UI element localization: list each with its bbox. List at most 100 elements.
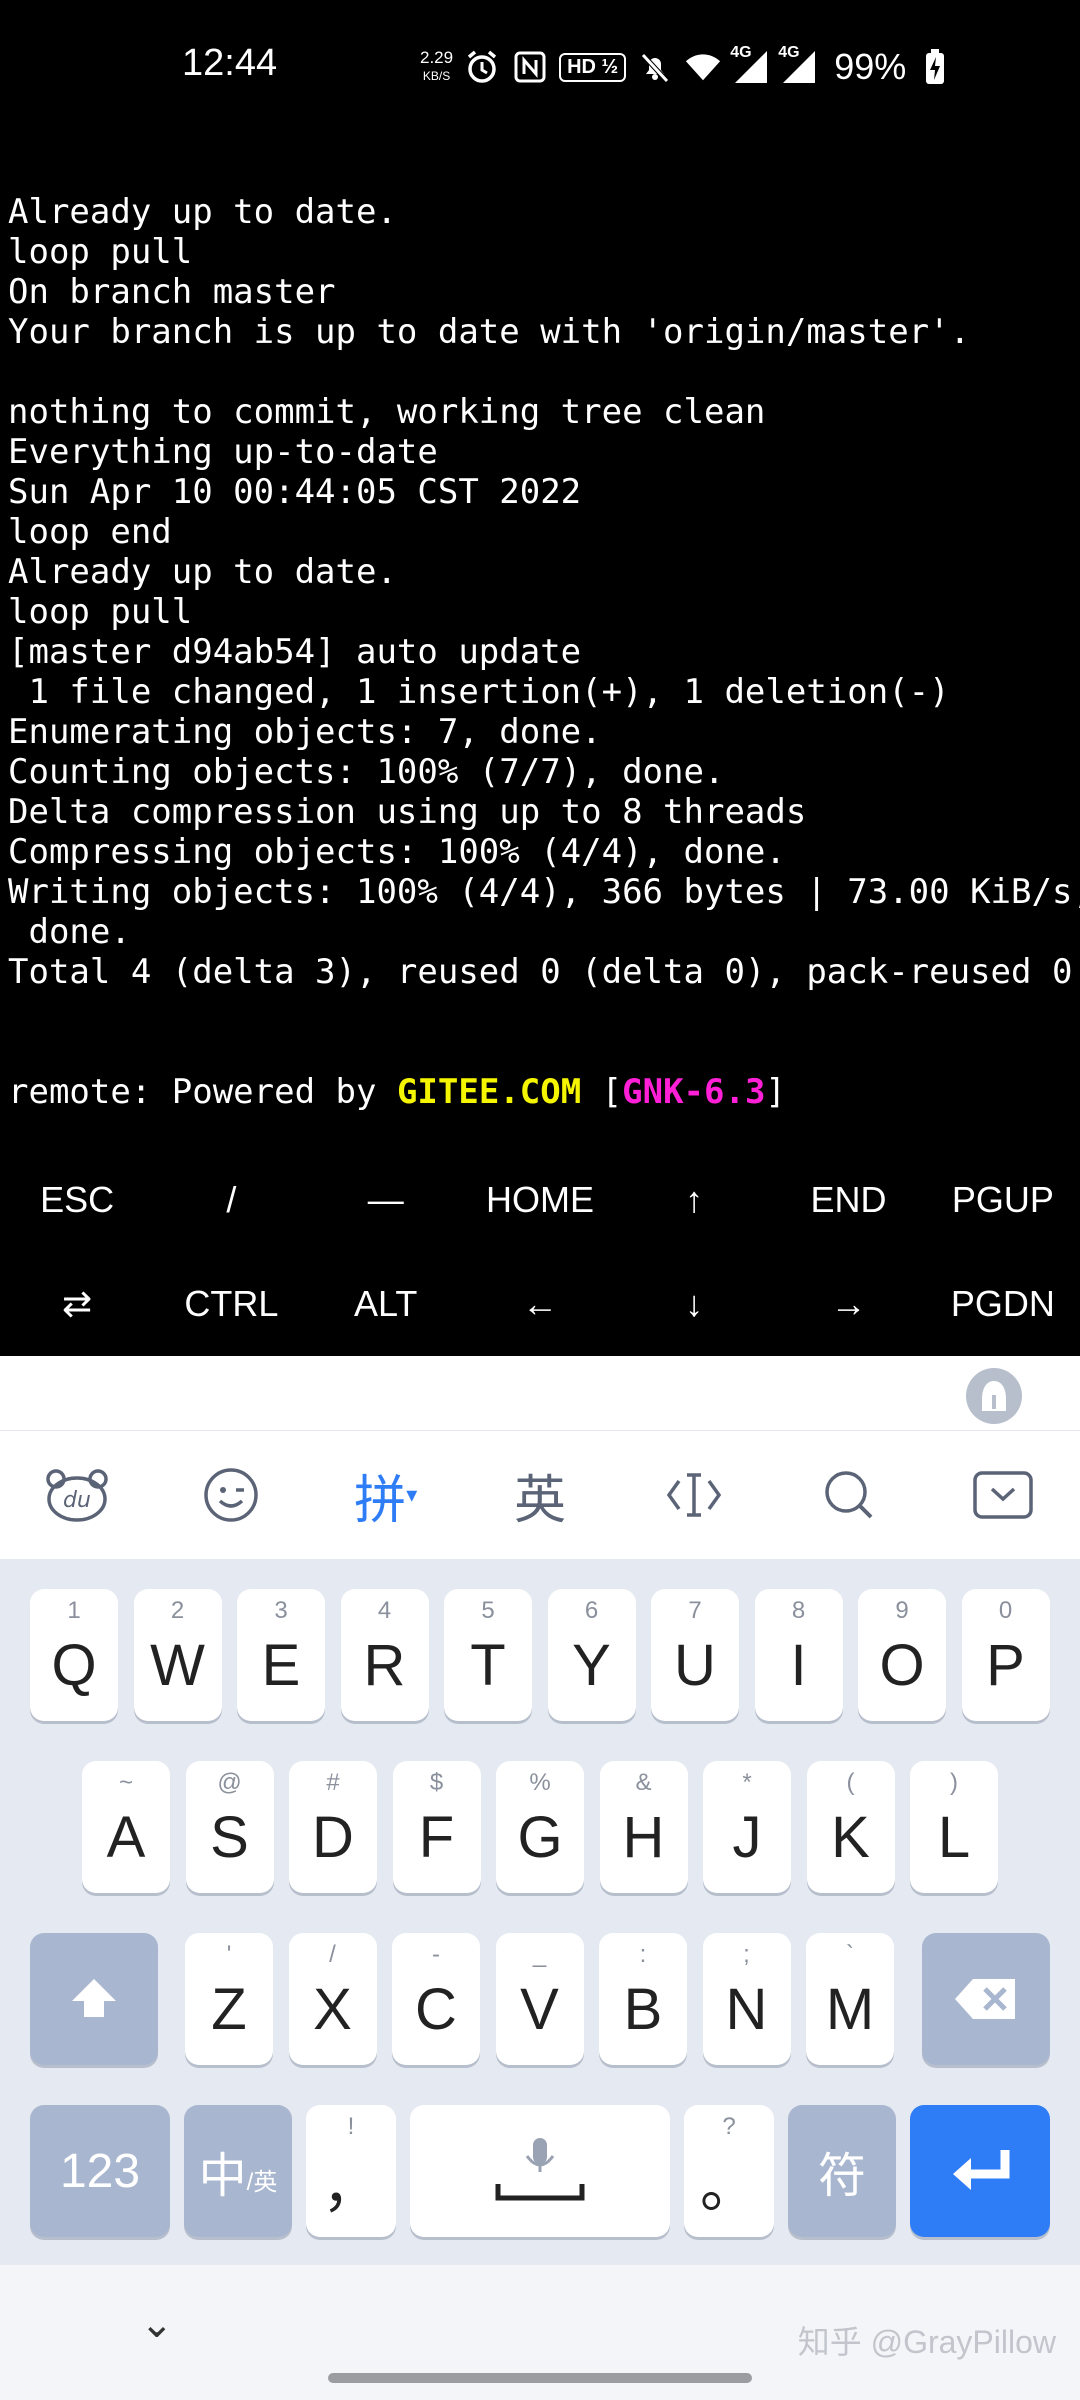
extra-key[interactable]: —	[309, 1148, 463, 1252]
key-label: Q	[51, 1632, 97, 1698]
extra-key[interactable]: HOME	[463, 1148, 617, 1252]
extra-key[interactable]: ←	[463, 1252, 617, 1356]
extra-key[interactable]: ALT	[309, 1252, 463, 1356]
shift-key[interactable]	[30, 1933, 158, 2065]
key-x[interactable]: / X	[288, 1933, 377, 2065]
key-label: K	[831, 1804, 870, 1870]
key-e[interactable]: 3E	[237, 1589, 325, 1721]
mute-icon	[636, 48, 674, 86]
key-p[interactable]: 0P	[961, 1589, 1050, 1721]
key-sub-label: $	[429, 1769, 444, 1796]
key-s[interactable]: @ S	[185, 1761, 274, 1893]
key-label: Y	[572, 1632, 611, 1698]
collapse-keyboard-icon[interactable]: ⌄	[140, 2301, 174, 2347]
key-m[interactable]: ` M	[806, 1933, 894, 2065]
hide-keyboard-icon[interactable]	[926, 1470, 1080, 1520]
svg-text:du: du	[63, 1488, 91, 1513]
emoji-icon[interactable]	[154, 1466, 308, 1524]
extra-key[interactable]: PGUP	[926, 1148, 1080, 1252]
key-label: R	[363, 1632, 406, 1698]
extra-key[interactable]: CTRL	[154, 1252, 308, 1356]
gesture-handle[interactable]	[328, 2373, 752, 2383]
terminal-line: Sun Apr 10 00:44:05 CST 2022	[8, 472, 582, 512]
terminal-line: nothing to commit, working tree clean	[8, 392, 766, 432]
key-sub-label: 3	[274, 1597, 288, 1624]
period-key[interactable]: ?。	[684, 2105, 774, 2237]
key-label: L	[937, 1804, 971, 1870]
terminal-line: done.	[8, 912, 131, 952]
key-w[interactable]: 2W	[133, 1589, 222, 1721]
du-bear-icon[interactable]: du	[0, 1467, 154, 1523]
key-k[interactable]: (K	[806, 1761, 895, 1893]
enter-key[interactable]	[910, 2105, 1050, 2237]
key-label: I	[790, 1632, 807, 1698]
key-v[interactable]: _ V	[495, 1933, 584, 2065]
terminal-line: Enumerating objects: 7, done.	[8, 712, 602, 752]
extra-keys-row-2: ⇄ CTRL ALT ← ↓ → PGDN	[0, 1252, 1080, 1356]
chevron-down-icon: ▾	[406, 1482, 418, 1508]
status-time: 12:44	[182, 42, 278, 84]
extra-key[interactable]: ↑	[617, 1148, 771, 1252]
key-label: F	[418, 1804, 455, 1870]
key-r[interactable]: 4R	[340, 1589, 429, 1721]
extra-key[interactable]: ESC	[0, 1148, 154, 1252]
key-h[interactable]: & H	[599, 1761, 688, 1893]
extra-key[interactable]: ⇄	[0, 1252, 154, 1356]
backspace-key[interactable]	[922, 1933, 1050, 2065]
search-icon[interactable]	[771, 1467, 925, 1523]
key-b[interactable]: :B	[599, 1933, 687, 2065]
net-speed: 2.29 KB/S	[420, 48, 454, 84]
key-y[interactable]: 6Y	[547, 1589, 636, 1721]
extra-key[interactable]: /	[154, 1148, 308, 1252]
extra-key[interactable]: END	[771, 1148, 925, 1252]
key-sub-label: 0	[998, 1597, 1013, 1624]
key-sub-label: &	[635, 1769, 652, 1796]
key-g[interactable]: % G	[496, 1761, 584, 1893]
terminal-line: Delta compression using up to 8 threads	[8, 792, 807, 832]
key-sub-label: 7	[688, 1597, 702, 1624]
key-j[interactable]: * J	[703, 1761, 791, 1893]
key-z[interactable]: ' Z	[185, 1933, 273, 2065]
key-i[interactable]: 8I	[754, 1589, 843, 1721]
key-u[interactable]: 7U	[651, 1589, 739, 1721]
key-l[interactable]: ) L	[910, 1761, 998, 1893]
key-f[interactable]: $ F	[392, 1761, 481, 1893]
key-sub-label: *	[742, 1769, 752, 1796]
numeric-key[interactable]: 123	[30, 2105, 170, 2237]
key-sub-label: 6	[584, 1597, 599, 1624]
battery-charging-icon	[916, 48, 954, 86]
terminal-line: Compressing objects: 100% (4/4), done.	[8, 832, 786, 872]
symbol-key[interactable]: 符	[788, 2105, 896, 2237]
english-mode-button[interactable]: 英	[463, 1458, 617, 1533]
key-n[interactable]: ; N	[702, 1933, 791, 2065]
key-o[interactable]: 9O	[858, 1589, 946, 1721]
key-sub-label: _	[532, 1941, 547, 1968]
watermark: 知乎 @GrayPillow	[797, 2324, 1056, 2360]
terminal-line: Counting objects: 100% (7/7), done.	[8, 752, 725, 792]
key-sub-label: :	[639, 1941, 647, 1968]
extra-key[interactable]: →	[771, 1252, 925, 1356]
extra-key[interactable]: PGDN	[926, 1252, 1080, 1356]
key-d[interactable]: # D	[289, 1761, 377, 1893]
chinese-english-toggle-key[interactable]: 中/英	[184, 2105, 292, 2237]
key-label: S	[210, 1804, 249, 1870]
comma-key[interactable]: !，	[306, 2105, 396, 2237]
terminal-line: [master d94ab54] auto update	[8, 632, 582, 672]
key-sub-label: ;	[743, 1941, 750, 1968]
key-a[interactable]: ~ A	[82, 1761, 170, 1893]
key-sub-label: %	[529, 1769, 551, 1796]
ime-assistant-icon[interactable]	[966, 1368, 1022, 1424]
extra-key[interactable]: ↓	[617, 1252, 771, 1356]
key-t[interactable]: 5T	[444, 1589, 532, 1721]
terminal-line: Total 4 (delta 3), reused 0 (delta 0), p…	[8, 952, 1073, 992]
key-q[interactable]: 1Q	[30, 1589, 118, 1721]
pinyin-mode-button[interactable]: 拼 ▾	[309, 1458, 463, 1533]
key-sub-label: 8	[791, 1597, 806, 1624]
key-c[interactable]: -C	[392, 1933, 480, 2065]
status-bar: 12:44 2.29 KB/S HD ½ 4G 4G 99%	[0, 0, 1080, 118]
key-label: H	[622, 1804, 665, 1870]
nfc-icon	[511, 48, 549, 86]
space-key[interactable]	[410, 2105, 670, 2237]
cursor-move-icon[interactable]	[617, 1469, 771, 1521]
key-label: V	[520, 1976, 559, 2042]
